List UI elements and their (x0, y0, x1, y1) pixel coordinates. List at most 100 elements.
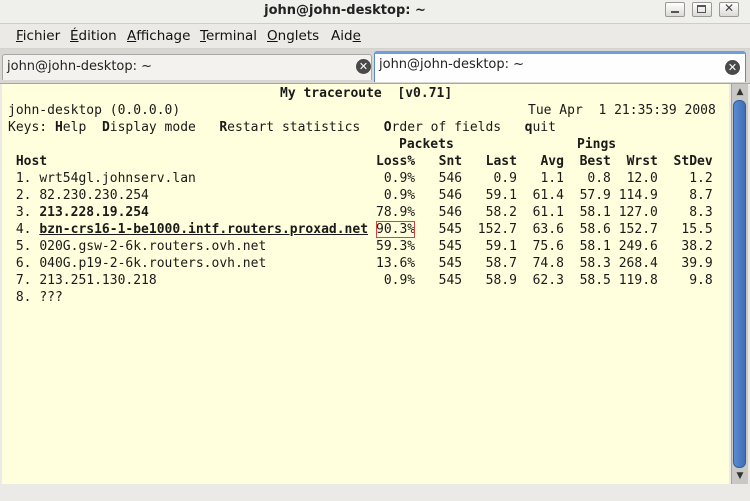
column-header-last: Last (485, 154, 517, 169)
tab-terminal-2[interactable]: john@john-desktop: ~ ✕ (374, 51, 746, 82)
key-restart-label: estart statistics (227, 120, 361, 135)
key-h: H (54, 120, 63, 135)
cell-avg: 74.8 (532, 256, 564, 271)
cell-last: 0.9 (493, 171, 517, 186)
tab-label: john@john-desktop: ~ (379, 57, 525, 72)
cell-stdev: 15.5 (681, 222, 713, 237)
hop-host: ??? (39, 290, 63, 305)
cell-loss: 90.3% (376, 221, 416, 238)
close-icon: ✕ (723, 1, 735, 15)
menu-label: ichier (22, 28, 61, 44)
menubar: Fichier Édition Affichage Terminal Ongle… (0, 24, 750, 49)
cell-wrst: 127.0 (618, 205, 658, 220)
tab-terminal-1[interactable]: john@john-desktop: ~ ✕ (2, 54, 372, 80)
tab-close-icon[interactable]: ✕ (356, 59, 371, 74)
cell-snt: 546 (438, 188, 463, 203)
hop-host: 020G.gsw-2-6k.routers.ovh.net (39, 239, 267, 254)
mtr-keys: Keys: Help Display mode Restart statisti… (8, 119, 556, 136)
cell-last: 59.1 (485, 188, 517, 203)
scrollbar-thumb[interactable] (733, 100, 746, 468)
cell-best: 0.8 (587, 171, 611, 186)
cell-best: 58.5 (579, 273, 611, 288)
cell-loss: 78.9% (376, 205, 416, 220)
key-display-label: isplay mode (109, 120, 196, 135)
cell-snt: 545 (438, 222, 463, 237)
cell-snt: 545 (438, 239, 463, 254)
key-r: R (219, 120, 228, 135)
hop-host: 213.251.130.218 (39, 273, 157, 288)
column-header-wrst: Wrst (626, 154, 658, 169)
key-quit-label: uit (532, 120, 556, 135)
key-order-label: rder of fields (391, 120, 502, 135)
menu-mnemonic: F (16, 28, 23, 44)
cell-stdev: 38.2 (681, 239, 713, 254)
hop-number: 5. (15, 239, 32, 254)
menu-affichage[interactable]: Affichage (127, 28, 190, 44)
menu-fichier[interactable]: Fichier (16, 28, 60, 44)
column-header-host: Host (15, 154, 48, 169)
key-o: O (383, 120, 392, 135)
menu-mnemonic: O (267, 28, 278, 44)
hop-number: 1. (15, 171, 32, 186)
menu-label: dition (78, 28, 117, 44)
hop-host: 213.228.19.254 (39, 205, 149, 220)
window-bottom-edge (0, 484, 750, 501)
window-title: john@john-desktop: ~ (264, 3, 426, 18)
menu-aide[interactable]: Aide (331, 28, 361, 44)
pings-header: Pings (577, 137, 617, 152)
cell-loss: 13.6% (376, 256, 416, 271)
mtr-hostline: john-desktop (0.0.0.0) (8, 103, 181, 118)
cell-snt: 546 (438, 205, 463, 220)
column-header-loss: Loss% (376, 154, 416, 169)
mtr-title: My traceroute [v0.71] (280, 86, 453, 101)
menu-mnemonic: A (127, 28, 137, 44)
hop-number: 3. (15, 205, 32, 220)
mtr-datetime: Tue Apr 1 21:35:39 2008 (528, 103, 716, 118)
hop-host: 040G.p19-2-6k.routers.ovh.net (39, 256, 267, 271)
key-help-label: elp (62, 120, 87, 135)
menu-terminal[interactable]: Terminal (200, 28, 257, 44)
minimize-button[interactable] (665, 2, 685, 17)
hop-number: 4. (15, 222, 32, 237)
menu-label: Aid (331, 28, 353, 44)
cell-snt: 546 (438, 171, 463, 186)
cell-stdev: 8.7 (689, 188, 713, 203)
scroll-down-icon[interactable]: ▼ (732, 469, 748, 483)
cell-last: 152.7 (477, 222, 517, 237)
tab-close-icon[interactable]: ✕ (725, 60, 740, 75)
hop-host: bzn-crs16-1-be1000.intf.routers.proxad.n… (39, 222, 369, 237)
minimize-icon (671, 11, 679, 13)
cell-best: 58.3 (579, 256, 611, 271)
menu-edition[interactable]: Édition (70, 28, 117, 44)
menu-mnemonic: É (70, 28, 79, 44)
cell-snt: 545 (438, 256, 463, 271)
cell-avg: 61.4 (532, 188, 564, 203)
close-button[interactable]: ✕ (719, 1, 739, 17)
keys-label: Keys: (8, 120, 48, 135)
window-titlebar: john@john-desktop: ~ ✕ (0, 0, 750, 24)
terminal-screen[interactable]: My traceroute [v0.71] john-desktop (0.0.… (2, 84, 729, 484)
cell-wrst: 249.6 (618, 239, 658, 254)
hop-host: 82.230.230.254 (39, 188, 149, 203)
column-header-snt: Snt (438, 154, 463, 169)
cell-stdev: 1.2 (689, 171, 713, 186)
cell-wrst: 268.4 (618, 256, 658, 271)
cell-loss: 0.9% (383, 273, 416, 288)
cell-stdev: 8.3 (689, 205, 713, 220)
cell-last: 58.7 (485, 256, 517, 271)
cell-snt: 545 (438, 273, 463, 288)
hop-number: 7. (15, 273, 32, 288)
scroll-up-icon[interactable]: ▲ (732, 85, 748, 99)
cell-best: 57.9 (579, 188, 611, 203)
menu-onglets[interactable]: Onglets (267, 28, 319, 44)
maximize-button[interactable] (692, 2, 712, 17)
tab-label: john@john-desktop: ~ (7, 59, 153, 74)
scrollbar[interactable]: ▲ ▼ (731, 84, 748, 484)
menu-label: erminal (205, 28, 258, 44)
cell-best: 58.6 (579, 222, 611, 237)
column-header-stdev: StDev (673, 154, 713, 169)
packets-header: Packets (399, 137, 454, 152)
tab-bar: john@john-desktop: ~ ✕ john@john-desktop… (0, 49, 750, 84)
hop-number: 2. (15, 188, 32, 203)
cell-wrst: 119.8 (618, 273, 658, 288)
